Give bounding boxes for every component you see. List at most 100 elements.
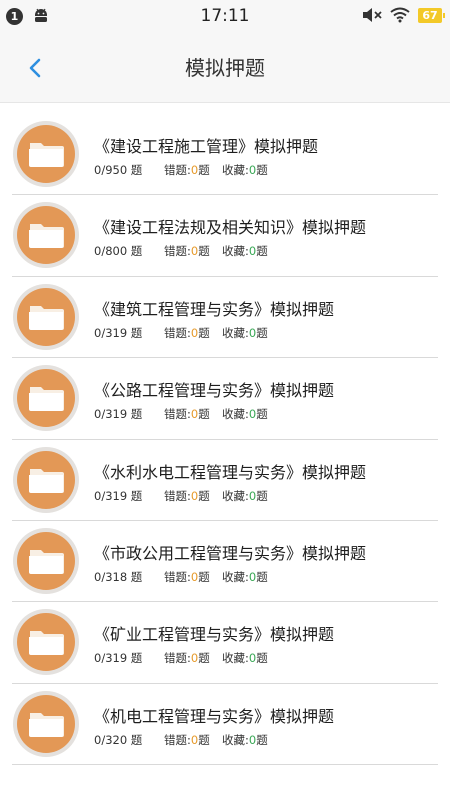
wrong-count: 错题:0题 bbox=[164, 325, 222, 341]
list-item[interactable]: 《建筑工程管理与实务》模拟押题 0/319 题 错题:0题 收藏:0题 bbox=[12, 277, 438, 359]
wrong-unit: 题 bbox=[198, 651, 210, 666]
folder-avatar bbox=[13, 446, 79, 513]
wrong-unit: 题 bbox=[198, 732, 210, 747]
favorite-label: 收藏: bbox=[222, 651, 249, 666]
battery-icon: 67 bbox=[418, 7, 445, 23]
wrong-label: 错题: bbox=[164, 325, 191, 340]
back-button[interactable] bbox=[18, 51, 52, 85]
favorite-count: 收藏:0题 bbox=[222, 162, 268, 178]
item-title: 《机电工程管理与实务》模拟押题 bbox=[94, 706, 335, 726]
list-item[interactable]: 《水利水电工程管理与实务》模拟押题 0/319 题 错题:0题 收藏:0题 bbox=[12, 440, 438, 521]
folder-icon bbox=[29, 468, 64, 493]
item-title: 《建设工程施工管理》模拟押题 bbox=[94, 137, 319, 156]
mute-icon bbox=[363, 8, 382, 22]
item-title: 《建筑工程管理与实务》模拟押题 bbox=[94, 299, 335, 319]
item-meta: 0/319 题 错题:0题 收藏:0题 bbox=[94, 406, 268, 422]
progress-count: 0/319 题 bbox=[94, 488, 143, 503]
chevron-left-icon bbox=[29, 58, 41, 78]
folder-icon bbox=[29, 631, 64, 656]
favorite-unit: 题 bbox=[256, 732, 268, 747]
wrong-unit: 题 bbox=[198, 244, 210, 259]
status-bar-right: 67 bbox=[362, 7, 445, 23]
favorite-label: 收藏: bbox=[222, 569, 249, 584]
favorite-unit: 题 bbox=[256, 651, 268, 666]
favorite-count: 收藏:0题 bbox=[222, 243, 268, 259]
item-title: 《公路工程管理与实务》模拟押题 bbox=[94, 381, 335, 401]
wrong-label: 错题: bbox=[164, 407, 191, 422]
wrong-unit: 题 bbox=[198, 407, 210, 422]
wrong-label: 错题: bbox=[164, 732, 191, 747]
favorite-count: 收藏:0题 bbox=[222, 650, 268, 666]
favorite-label: 收藏: bbox=[222, 488, 249, 503]
item-meta: 0/319 题 错题:0题 收藏:0题 bbox=[94, 325, 268, 341]
favorite-count: 收藏:0题 bbox=[222, 325, 268, 341]
wrong-count: 错题:0题 bbox=[164, 569, 222, 585]
progress-count: 0/318 题 bbox=[94, 569, 143, 584]
page-title: 模拟押题 bbox=[185, 56, 265, 80]
favorite-count: 收藏:0题 bbox=[222, 732, 268, 748]
favorite-label: 收藏: bbox=[222, 325, 249, 340]
item-meta: 0/320 题 错题:0题 收藏:0题 bbox=[94, 732, 268, 748]
favorite-count: 收藏:0题 bbox=[222, 569, 268, 585]
wrong-count: 错题:0题 bbox=[164, 243, 222, 259]
wrong-unit: 题 bbox=[198, 488, 210, 503]
folder-icon bbox=[29, 712, 64, 737]
folder-icon bbox=[29, 549, 64, 574]
favorite-unit: 题 bbox=[256, 325, 268, 340]
item-title: 《市政公用工程管理与实务》模拟押题 bbox=[94, 543, 367, 563]
favorite-label: 收藏: bbox=[222, 732, 249, 747]
wifi-icon bbox=[390, 7, 410, 23]
folder-avatar bbox=[13, 365, 79, 432]
progress-count: 0/950 题 bbox=[94, 163, 143, 177]
wrong-unit: 题 bbox=[198, 569, 210, 584]
wrong-label: 错题: bbox=[164, 488, 191, 503]
list-item[interactable]: 《公路工程管理与实务》模拟押题 0/319 题 错题:0题 收藏:0题 bbox=[12, 358, 438, 440]
wrong-unit: 题 bbox=[198, 325, 210, 340]
progress-count: 0/319 题 bbox=[94, 651, 143, 666]
list-item[interactable]: 《机电工程管理与实务》模拟押题 0/320 题 错题:0题 收藏:0题 bbox=[12, 684, 438, 766]
favorite-unit: 题 bbox=[256, 569, 268, 584]
folder-icon bbox=[29, 143, 64, 167]
wrong-label: 错题: bbox=[164, 163, 191, 177]
list-item[interactable]: 《矿业工程管理与实务》模拟押题 0/319 题 错题:0题 收藏:0题 bbox=[12, 602, 438, 684]
progress-count: 0/319 题 bbox=[94, 325, 143, 340]
favorite-count: 收藏:0题 bbox=[222, 406, 268, 422]
list-item[interactable]: 《建设工程法规及相关知识》模拟押题 0/800 题 错题:0题 收藏:0题 bbox=[12, 195, 438, 277]
item-title: 《矿业工程管理与实务》模拟押题 bbox=[94, 625, 335, 645]
favorite-label: 收藏: bbox=[222, 163, 249, 177]
status-bar: 1 17:11 67 bbox=[0, 0, 450, 33]
favorite-label: 收藏: bbox=[222, 407, 249, 422]
folder-icon bbox=[29, 224, 64, 249]
wrong-count: 错题:0题 bbox=[164, 732, 222, 748]
wrong-label: 错题: bbox=[164, 651, 191, 666]
folder-avatar bbox=[13, 690, 79, 757]
item-meta: 0/318 题 错题:0题 收藏:0题 bbox=[94, 569, 268, 585]
folder-avatar bbox=[13, 283, 79, 350]
folder-avatar bbox=[13, 202, 79, 269]
favorite-unit: 题 bbox=[256, 407, 268, 422]
wrong-count: 错题:0题 bbox=[164, 162, 222, 178]
progress-count: 0/800 题 bbox=[94, 244, 143, 259]
favorite-label: 收藏: bbox=[222, 244, 249, 259]
folder-icon bbox=[29, 387, 64, 412]
progress-count: 0/319 题 bbox=[94, 407, 143, 422]
item-title: 《水利水电工程管理与实务》模拟押题 bbox=[94, 462, 367, 482]
progress-count: 0/320 题 bbox=[94, 732, 143, 747]
exam-list: 《建设工程施工管理》模拟押题 0/950 题 错题:0题 收藏:0题 《建设工程… bbox=[12, 114, 438, 766]
wrong-count: 错题:0题 bbox=[164, 406, 222, 422]
wrong-count: 错题:0题 bbox=[164, 488, 222, 504]
list-item[interactable]: 《建设工程施工管理》模拟押题 0/950 题 错题:0题 收藏:0题 bbox=[12, 114, 438, 196]
wrong-count: 错题:0题 bbox=[164, 650, 222, 666]
favorite-unit: 题 bbox=[256, 488, 268, 503]
folder-avatar bbox=[13, 121, 79, 187]
item-meta: 0/319 题 错题:0题 收藏:0题 bbox=[94, 650, 268, 666]
favorite-unit: 题 bbox=[256, 244, 268, 259]
wrong-label: 错题: bbox=[164, 569, 191, 584]
item-meta: 0/319 题 错题:0题 收藏:0题 bbox=[94, 488, 268, 504]
folder-avatar bbox=[13, 609, 79, 676]
list-item[interactable]: 《市政公用工程管理与实务》模拟押题 0/318 题 错题:0题 收藏:0题 bbox=[12, 521, 438, 603]
header-bar: 模拟押题 bbox=[0, 33, 450, 103]
item-meta: 0/800 题 错题:0题 收藏:0题 bbox=[94, 243, 268, 259]
favorite-count: 收藏:0题 bbox=[222, 488, 268, 504]
wrong-unit: 题 bbox=[198, 163, 210, 177]
